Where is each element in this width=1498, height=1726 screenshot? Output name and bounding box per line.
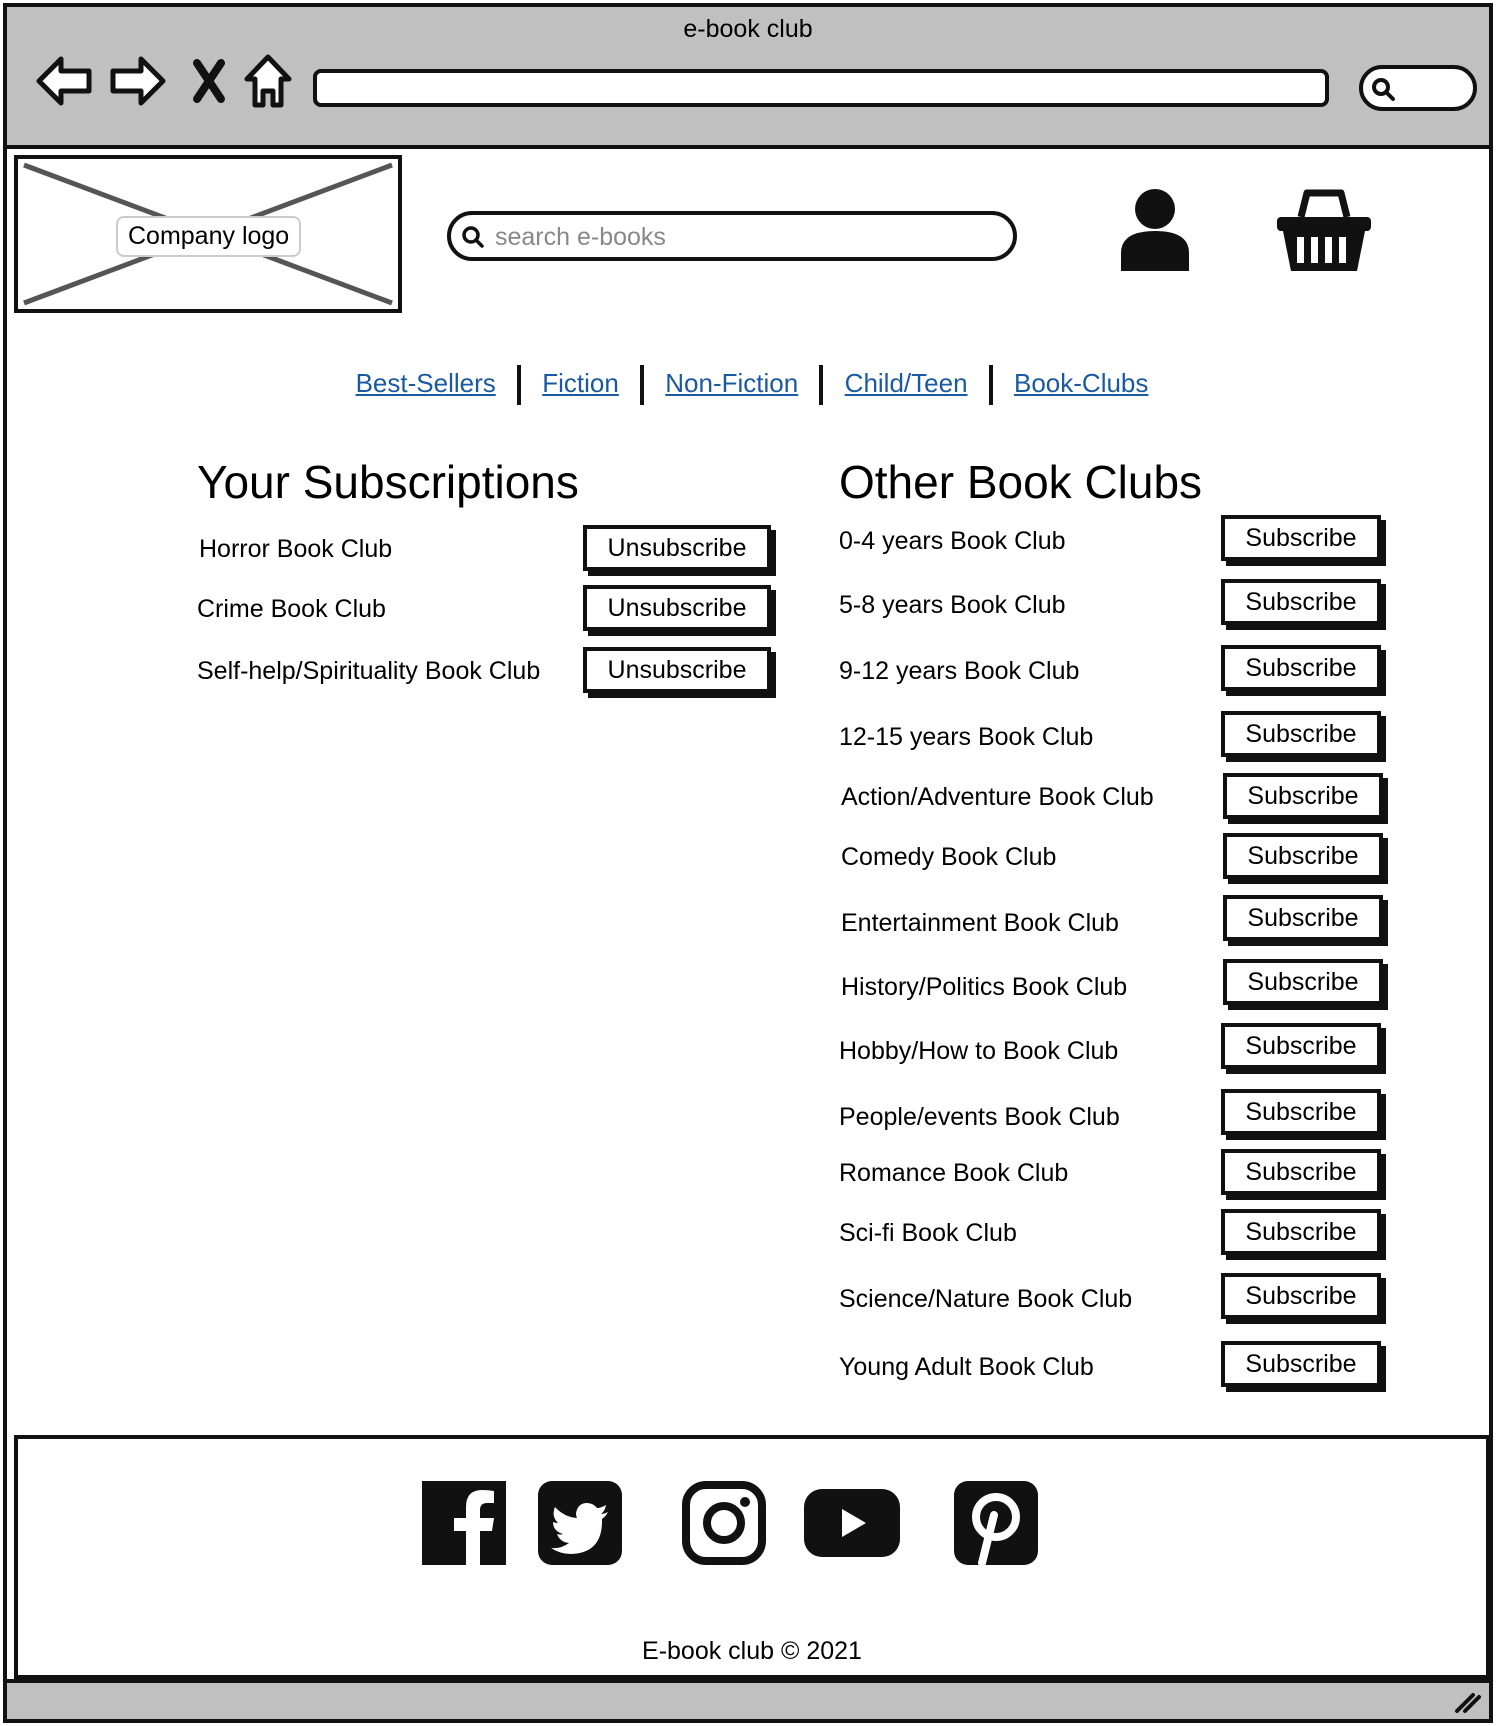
subscription-label: Self-help/Spirituality Book Club bbox=[197, 657, 541, 685]
club-label: Entertainment Book Club bbox=[841, 909, 1119, 937]
unsubscribe-button[interactable]: Unsubscribe bbox=[583, 585, 771, 631]
copyright-text: E-book club © 2021 bbox=[642, 1637, 862, 1665]
category-nav: Best-Sellers Fiction Non-Fiction Child/T… bbox=[7, 365, 1497, 405]
unsubscribe-button[interactable]: Unsubscribe bbox=[583, 647, 771, 693]
subscribe-button[interactable]: Subscribe bbox=[1221, 1023, 1381, 1069]
club-label: Sci-fi Book Club bbox=[839, 1219, 1017, 1247]
nav-link-child-teen[interactable]: Child/Teen bbox=[845, 368, 968, 398]
status-bar bbox=[7, 1679, 1489, 1719]
subscribe-button[interactable]: Subscribe bbox=[1221, 645, 1381, 691]
home-icon[interactable] bbox=[243, 51, 293, 111]
nav-link-non-fiction[interactable]: Non-Fiction bbox=[665, 368, 798, 398]
company-logo[interactable]: Company logo bbox=[14, 155, 402, 313]
search-icon bbox=[462, 226, 484, 248]
subscribe-button[interactable]: Subscribe bbox=[1223, 833, 1383, 879]
club-label: History/Politics Book Club bbox=[841, 973, 1128, 1001]
facebook-icon[interactable] bbox=[422, 1481, 506, 1565]
club-label: 12-15 years Book Club bbox=[839, 723, 1094, 751]
subscribe-button[interactable]: Subscribe bbox=[1221, 515, 1381, 561]
subscribe-button[interactable]: Subscribe bbox=[1221, 1149, 1381, 1195]
browser-window: e-book club Company logo search e-books … bbox=[3, 3, 1493, 1723]
subscribe-button[interactable]: Subscribe bbox=[1223, 959, 1383, 1005]
forward-arrow-icon[interactable] bbox=[107, 51, 167, 111]
subscription-label: Horror Book Club bbox=[199, 535, 393, 563]
subscribe-button[interactable]: Subscribe bbox=[1221, 1209, 1381, 1255]
search-bar[interactable] bbox=[447, 211, 1017, 261]
subscribe-button[interactable]: Subscribe bbox=[1221, 1273, 1381, 1319]
nav-separator bbox=[640, 365, 645, 405]
club-label: Science/Nature Book Club bbox=[839, 1285, 1133, 1313]
nav-link-fiction[interactable]: Fiction bbox=[542, 368, 619, 398]
subscribe-button[interactable]: Subscribe bbox=[1221, 711, 1381, 757]
club-label: People/events Book Club bbox=[839, 1103, 1120, 1131]
nav-separator bbox=[819, 365, 824, 405]
pinterest-icon[interactable] bbox=[954, 1481, 1038, 1565]
unsubscribe-button[interactable]: Unsubscribe bbox=[583, 525, 771, 571]
club-label: Action/Adventure Book Club bbox=[841, 783, 1154, 811]
nav-separator bbox=[516, 365, 521, 405]
basket-icon[interactable] bbox=[1275, 187, 1373, 273]
subscribe-button[interactable]: Subscribe bbox=[1223, 895, 1383, 941]
search-input[interactable] bbox=[493, 221, 997, 253]
club-label: 0-4 years Book Club bbox=[839, 527, 1066, 555]
subscription-label: Crime Book Club bbox=[197, 595, 386, 623]
subscribe-button[interactable]: Subscribe bbox=[1223, 773, 1383, 819]
search-icon bbox=[1372, 78, 1395, 101]
resize-grip-icon[interactable] bbox=[1453, 1689, 1481, 1715]
subscribe-button[interactable]: Subscribe bbox=[1221, 1341, 1381, 1387]
window-title: e-book club bbox=[683, 15, 813, 43]
logo-label: Company logo bbox=[116, 216, 302, 257]
browser-titlebar: e-book club bbox=[7, 7, 1489, 149]
club-label: Comedy Book Club bbox=[841, 843, 1057, 871]
club-label: 5-8 years Book Club bbox=[839, 591, 1066, 619]
nav-separator bbox=[988, 365, 993, 405]
other-clubs-heading: Other Book Clubs bbox=[839, 456, 1203, 508]
footer: E-book club © 2021 bbox=[14, 1435, 1490, 1679]
club-label: Hobby/How to Book Club bbox=[839, 1037, 1119, 1065]
youtube-icon[interactable] bbox=[804, 1489, 900, 1557]
twitter-icon[interactable] bbox=[538, 1481, 622, 1565]
back-arrow-icon[interactable] bbox=[35, 51, 95, 111]
nav-link-best-sellers[interactable]: Best-Sellers bbox=[356, 368, 496, 398]
browser-search-field[interactable] bbox=[1359, 65, 1477, 111]
subscribe-button[interactable]: Subscribe bbox=[1221, 1089, 1381, 1135]
club-label: Young Adult Book Club bbox=[839, 1353, 1094, 1381]
subscriptions-heading: Your Subscriptions bbox=[197, 456, 579, 508]
club-label: Romance Book Club bbox=[839, 1159, 1069, 1187]
address-bar[interactable] bbox=[313, 69, 1329, 107]
subscribe-button[interactable]: Subscribe bbox=[1221, 579, 1381, 625]
nav-link-book-clubs[interactable]: Book-Clubs bbox=[1014, 368, 1148, 398]
stop-icon[interactable] bbox=[191, 51, 227, 111]
instagram-icon[interactable] bbox=[682, 1481, 766, 1565]
club-label: 9-12 years Book Club bbox=[839, 657, 1080, 685]
user-account-icon[interactable] bbox=[1119, 187, 1191, 273]
